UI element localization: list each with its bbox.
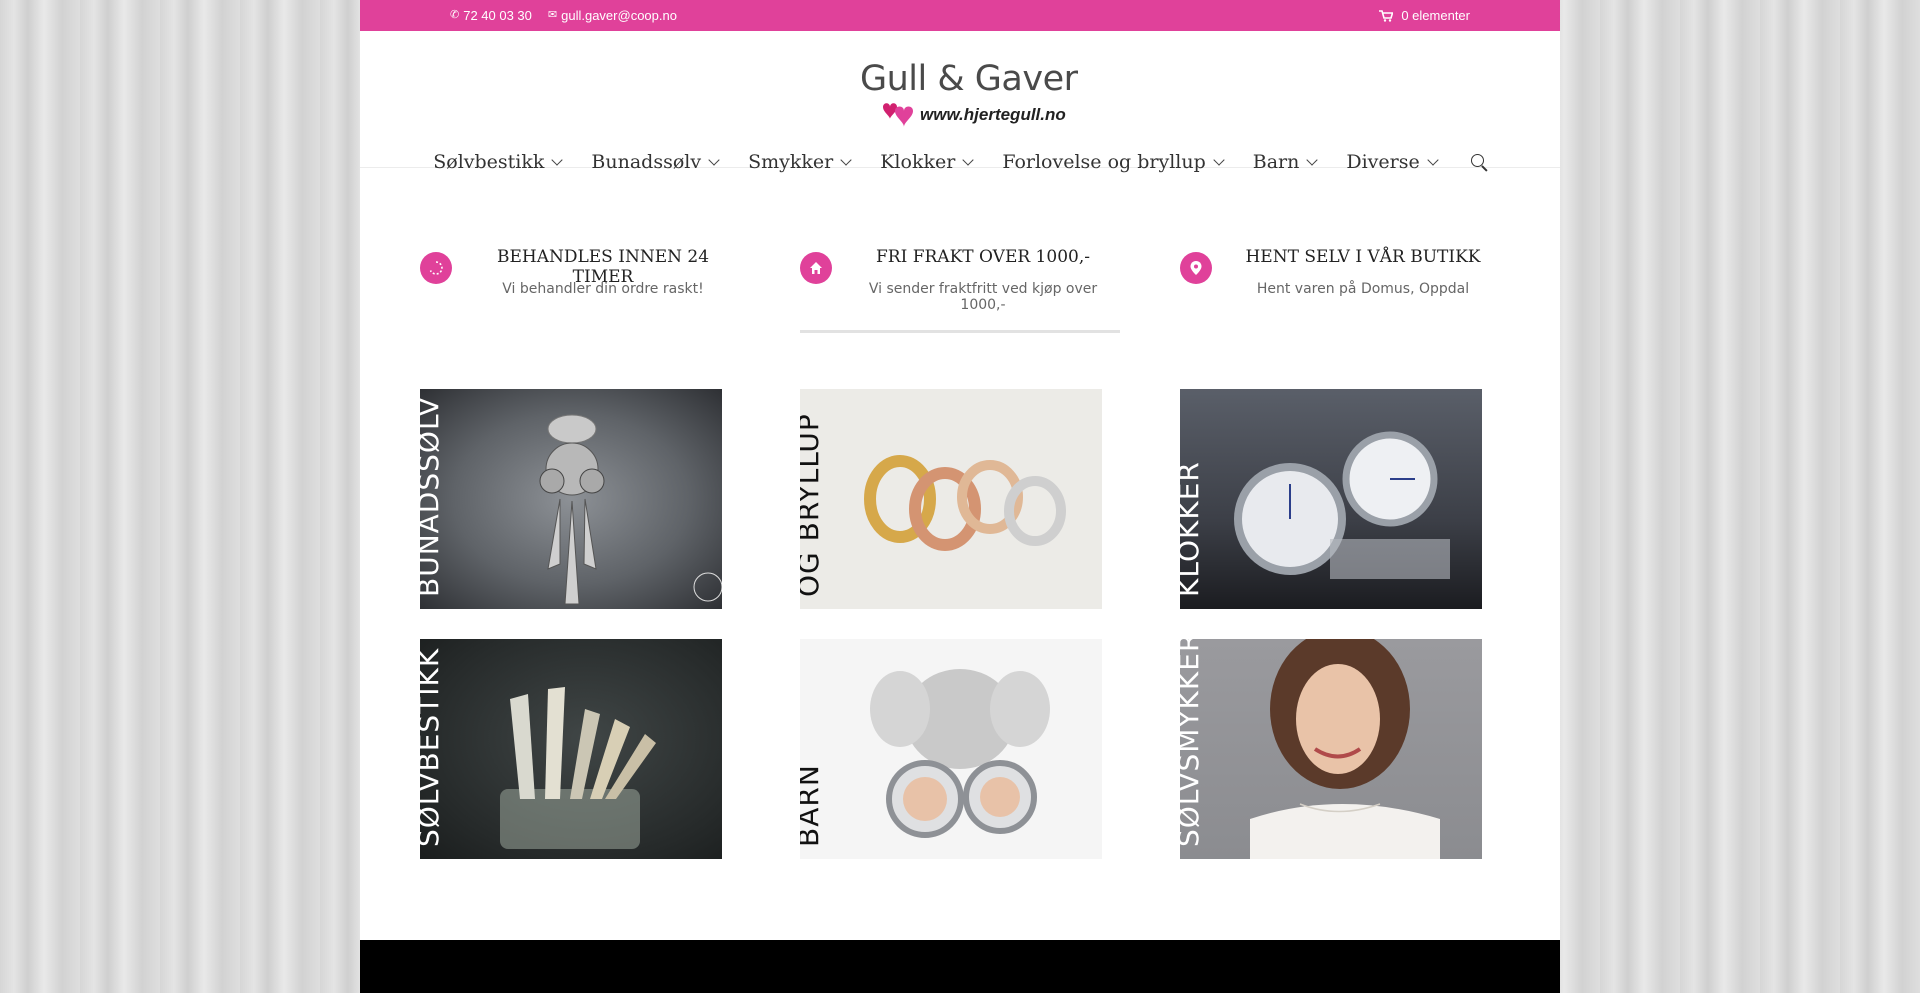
model-image	[1250, 639, 1440, 859]
tile-bunadssolv[interactable]: BUNADSSØLV	[420, 389, 722, 609]
page-container: ✆ 72 40 03 30 ✉ gull.gaver@coop.no 0 ele…	[360, 0, 1560, 993]
nav-item-label: Barn	[1252, 151, 1300, 173]
baby-gifts-image	[870, 669, 1050, 838]
cart-link[interactable]: 0 elementer	[1379, 8, 1470, 23]
footer	[360, 940, 1560, 993]
nav-item-label: Forlovelse og bryllup	[1002, 151, 1206, 173]
hearts-icon	[883, 103, 913, 127]
feature-title: HENT SELV I VÅR BUTIKK	[1245, 247, 1481, 267]
feature-text: Vi sender fraktfritt ved kjøp over 1000,…	[868, 281, 1098, 313]
features-row: BEHANDLES INNEN 24 TIMER Vi behandler di…	[420, 237, 1500, 357]
phone-number: 72 40 03 30	[463, 8, 532, 23]
tile-label: KLOKKER	[1180, 461, 1205, 597]
chevron-down-icon	[551, 153, 564, 166]
phone-link[interactable]: ✆ 72 40 03 30	[450, 8, 532, 23]
site-logo[interactable]: Gull & Gaver www.hjertegull.no	[858, 49, 1078, 141]
feature-title: FRI FRAKT OVER 1000,-	[876, 247, 1090, 267]
nav-item-diverse[interactable]: Diverse	[1346, 151, 1439, 173]
cart-count: 0 elementer	[1401, 8, 1470, 23]
nav-item-label: Bunadssølv	[591, 151, 702, 173]
chevron-down-icon	[1213, 153, 1225, 166]
cutlery-image	[500, 687, 656, 849]
nav-item-label: Klokker	[880, 151, 956, 173]
nav-item-smykker[interactable]: Smykker	[748, 151, 852, 173]
nav-item-klokker[interactable]: Klokker	[880, 151, 974, 173]
nav-item-barn[interactable]: Barn	[1252, 151, 1319, 173]
feature-text: Vi behandler din ordre raskt!	[502, 281, 704, 297]
nav-item-solvbestikk[interactable]: Sølvbestikk	[433, 151, 564, 173]
chevron-down-icon	[1427, 153, 1439, 166]
tile-klokker[interactable]: KLOKKER	[1180, 389, 1482, 609]
tile-solvbestikk[interactable]: SØLVBESTIKK	[420, 639, 722, 859]
phone-icon: ✆	[450, 9, 460, 21]
brooch-image	[539, 414, 722, 605]
nav-item-label: Diverse	[1346, 151, 1420, 173]
site-header: Gull & Gaver www.hjertegull.no Sølvbesti…	[360, 31, 1560, 173]
logo-url: www.hjertegull.no	[920, 105, 1066, 124]
tile-label: BUNADSSØLV	[420, 396, 445, 597]
feature-text: Hent varen på Domus, Oppdal	[1256, 281, 1470, 297]
tile-solvsmykker[interactable]: SØLVSMYKKER	[1180, 639, 1482, 859]
rings-image	[864, 455, 1066, 551]
tile-label: SØLVSMYKKER	[1180, 639, 1205, 847]
logo-title: Gull & Gaver	[860, 59, 1078, 99]
top-bar: ✆ 72 40 03 30 ✉ gull.gaver@coop.no 0 ele…	[360, 0, 1560, 31]
tile-forlovelse[interactable]: FORLOVELSE OG BRYLLUP	[800, 389, 1102, 609]
location-pin-icon	[1180, 252, 1212, 284]
watches-image	[1234, 431, 1450, 579]
tile-barn[interactable]: BARN	[800, 639, 1102, 859]
tile-label: BARN	[800, 764, 825, 847]
tile-label: FORLOVELSE OG BRYLLUP	[800, 413, 825, 597]
nav-item-forlovelse[interactable]: Forlovelse og bryllup	[1002, 151, 1225, 173]
chevron-down-icon	[708, 153, 720, 166]
chevron-down-icon	[962, 153, 974, 166]
envelope-icon: ✉	[547, 9, 558, 21]
chevron-down-icon	[840, 153, 852, 166]
nav-item-label: Smykker	[748, 151, 834, 173]
nav-item-label: Sølvbestikk	[433, 151, 545, 173]
email-link[interactable]: ✉ gull.gaver@coop.no	[548, 8, 677, 23]
search-icon[interactable]	[1470, 154, 1488, 172]
chevron-down-icon	[1306, 153, 1319, 166]
main-navigation: Sølvbestikk Bunadssølv Smykker Klokker F…	[360, 151, 1560, 173]
spinner-icon	[420, 252, 452, 284]
nav-item-bunadssolv[interactable]: Bunadssølv	[591, 151, 720, 173]
email-address: gull.gaver@coop.no	[561, 8, 677, 23]
cart-icon	[1379, 9, 1394, 22]
home-icon	[800, 252, 832, 284]
section-divider	[800, 330, 1120, 333]
tile-label: SØLVBESTIKK	[420, 647, 445, 847]
